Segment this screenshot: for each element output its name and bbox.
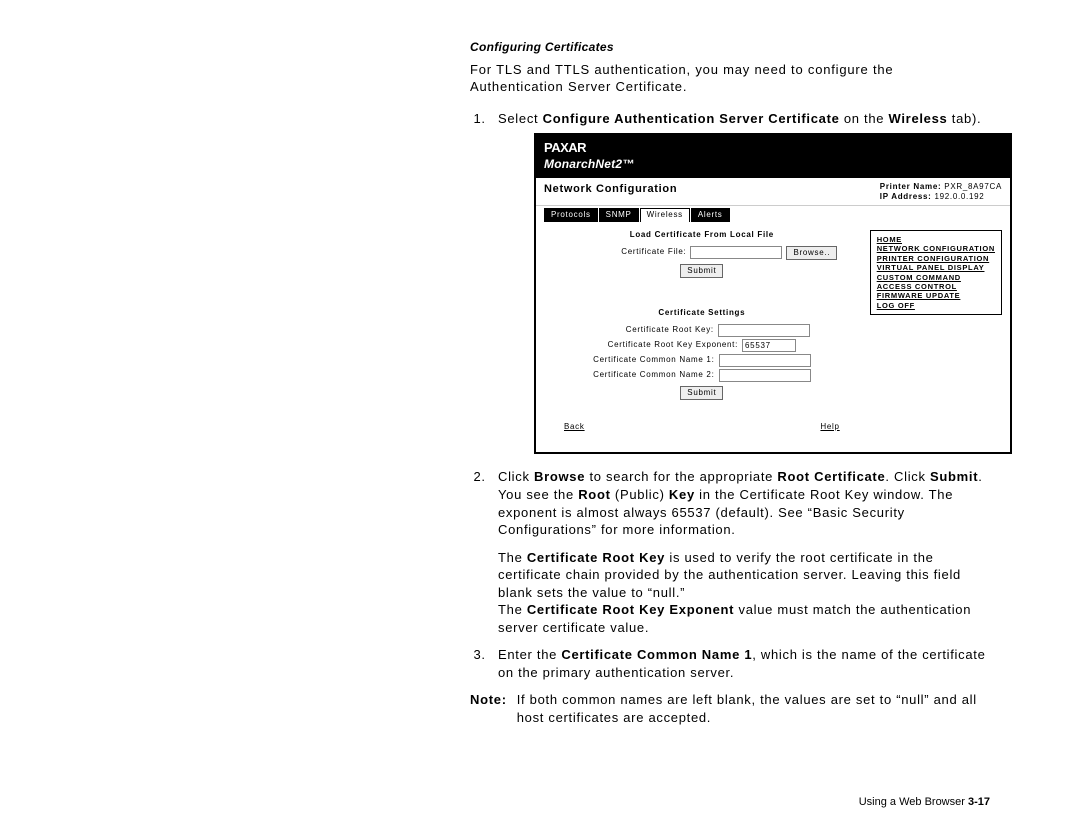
nav-log-off[interactable]: LOG OFF: [877, 301, 995, 310]
cert-file-label: Certificate File:: [566, 247, 686, 258]
step-1: Select Configure Authentication Server C…: [490, 110, 990, 455]
nav-firmware-update[interactable]: FIRMWARE UPDATE: [877, 291, 995, 300]
load-cert-title: Load Certificate From Local File: [544, 230, 860, 241]
app-header: PAXAR MonarchNet2™: [536, 135, 1010, 178]
cert-file-input[interactable]: [690, 246, 782, 259]
root-key-input[interactable]: [718, 324, 810, 337]
note-label: Note:: [470, 691, 507, 726]
footer-text: Using a Web Browser: [859, 796, 968, 808]
crk-a: The: [498, 550, 527, 565]
s2-rootpk2: Key: [669, 487, 695, 502]
note: Note: If both common names are left blan…: [470, 691, 990, 726]
brand-monarchnet: MonarchNet2™: [544, 156, 1002, 172]
step-2: Click Browse to search for the appropria…: [490, 468, 990, 636]
note-text: If both common names are left blank, the…: [517, 691, 990, 726]
crk-b: Certificate Root Key: [527, 550, 665, 565]
tab-alerts[interactable]: Alerts: [691, 208, 730, 222]
s2-root: Root Certificate: [777, 469, 885, 484]
section-title: Configuring Certificates: [470, 40, 990, 54]
step1-post: tab).: [947, 111, 981, 126]
app-window: PAXAR MonarchNet2™ Network Configuration…: [534, 133, 1012, 454]
back-link[interactable]: Back: [564, 422, 585, 433]
nav-custom-command[interactable]: CUSTOM COMMAND: [877, 273, 995, 282]
printer-name-value: PXR_8A97CA: [944, 182, 1002, 191]
ip-value: 192.0.0.192: [934, 192, 984, 201]
cn1-label: Certificate Common Name 1:: [593, 355, 714, 366]
s2-rootpk1: Root: [578, 487, 610, 502]
printer-info: Printer Name: PXR_8A97CA IP Address: 192…: [880, 182, 1002, 201]
nav-printer-config[interactable]: PRINTER CONFIGURATION: [877, 254, 995, 263]
ip-label: IP Address:: [880, 192, 932, 201]
step1-pre: Select: [498, 111, 543, 126]
s2-browse: Browse: [534, 469, 585, 484]
s2a: Click: [498, 469, 534, 484]
cn1-input[interactable]: [719, 354, 811, 367]
form-area: Load Certificate From Local File Certifi…: [544, 230, 860, 432]
nav-home[interactable]: HOME: [877, 235, 995, 244]
cert-settings-title: Certificate Settings: [544, 308, 860, 319]
cn2-input[interactable]: [719, 369, 811, 382]
brand-paxar: PAXAR: [544, 139, 1002, 157]
root-exp-label: Certificate Root Key Exponent:: [608, 340, 738, 351]
step1-mid: on the: [840, 111, 889, 126]
step-3: Enter the Certificate Common Name 1, whi…: [490, 646, 990, 681]
tab-protocols[interactable]: Protocols: [544, 208, 598, 222]
exp-a: The: [498, 602, 527, 617]
nav-access-control[interactable]: ACCESS CONTROL: [877, 282, 995, 291]
para-cert-root-exp: The Certificate Root Key Exponent value …: [498, 601, 990, 636]
tab-snmp[interactable]: SNMP: [599, 208, 639, 222]
submit-button-1[interactable]: Submit: [680, 264, 723, 278]
s3a: Enter the: [498, 647, 561, 662]
s3b: Certificate Common Name 1: [561, 647, 752, 662]
step1-bold1: Configure Authentication Server Certific…: [543, 111, 840, 126]
nav-network-config[interactable]: NETWORK CONFIGURATION: [877, 244, 995, 253]
nav-box: HOME NETWORK CONFIGURATION PRINTER CONFI…: [870, 230, 1002, 315]
page-title: Network Configuration: [544, 182, 677, 197]
intro-paragraph: For TLS and TTLS authentication, you may…: [470, 62, 990, 96]
nav-virtual-panel[interactable]: VIRTUAL PANEL DISPLAY: [877, 263, 995, 272]
help-link[interactable]: Help: [820, 422, 839, 433]
browse-button[interactable]: Browse..: [786, 246, 837, 260]
s2b: to search for the appropriate: [585, 469, 777, 484]
app-body: Load Certificate From Local File Certifi…: [536, 222, 1010, 452]
tabs: Protocols SNMP Wireless Alerts: [536, 206, 1010, 222]
page-footer: Using a Web Browser 3-17: [859, 796, 990, 808]
exp-b: Certificate Root Key Exponent: [527, 602, 734, 617]
footer-page: 3-17: [968, 796, 990, 808]
screenshot: PAXAR MonarchNet2™ Network Configuration…: [534, 133, 990, 454]
para-cert-root-key: The Certificate Root Key is used to veri…: [498, 549, 990, 602]
foot-links: Back Help: [544, 402, 860, 433]
steps-list: Select Configure Authentication Server C…: [470, 110, 990, 682]
root-key-label: Certificate Root Key:: [594, 325, 714, 336]
page: Configuring Certificates For TLS and TTL…: [0, 0, 1080, 834]
cn2-label: Certificate Common Name 2:: [593, 370, 714, 381]
submit-button-2[interactable]: Submit: [680, 386, 723, 400]
subheader: Network Configuration Printer Name: PXR_…: [536, 178, 1010, 206]
printer-name-label: Printer Name:: [880, 182, 942, 191]
s2-submit: Submit: [930, 469, 978, 484]
step1-bold2: Wireless: [889, 111, 948, 126]
tab-wireless[interactable]: Wireless: [640, 208, 690, 222]
s2e: (Public): [611, 487, 669, 502]
root-exp-input[interactable]: 65537: [742, 339, 796, 352]
s2c: . Click: [885, 469, 930, 484]
